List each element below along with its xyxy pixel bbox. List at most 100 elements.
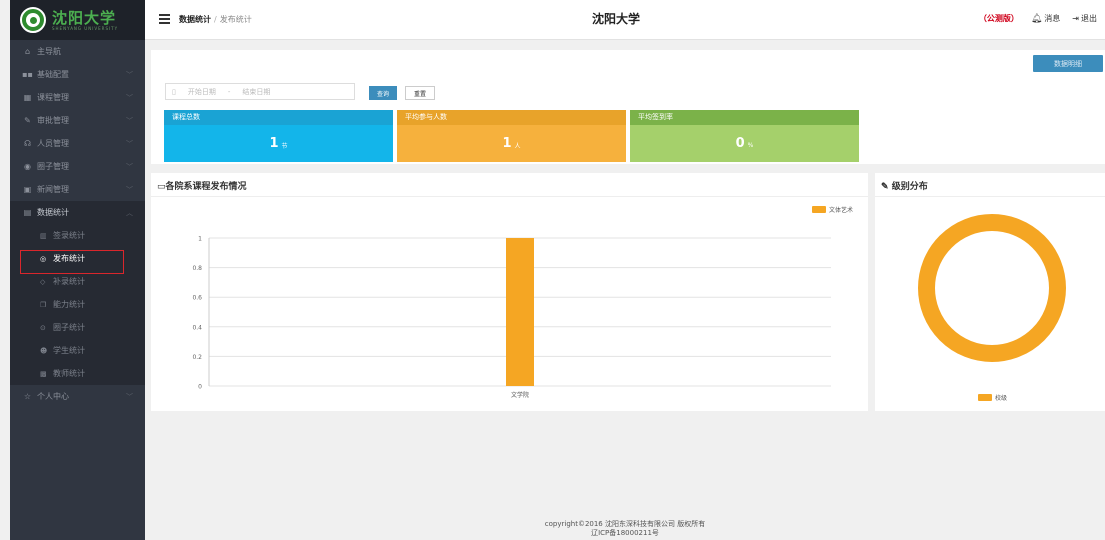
sidebar-item-label: 主导航	[37, 47, 61, 56]
stat-label: 课程总数	[164, 110, 393, 125]
stat-label: 平均签到率	[630, 110, 859, 125]
page-footer: copyright©2016 沈阳东深科技有限公司 版权所有 辽ICP备1800…	[145, 520, 1105, 538]
query-button[interactable]: 查询	[369, 86, 397, 100]
level-distribution-panel: ✎ 级别分布 校级	[875, 173, 1105, 411]
department-publish-chart-panel: ▭各院系课程发布情况 0 0.2 0.4 0.6 0.8 1 文学院 文体艺术	[151, 173, 868, 411]
y-tick-label: 0.2	[192, 354, 202, 361]
beta-badge: （公测版）	[978, 14, 1019, 23]
sidebar-subitem-label: 教师统计	[53, 369, 85, 378]
stat-unit: 节	[281, 143, 288, 150]
messages-label: 消息	[1044, 14, 1061, 23]
sidebar-item-label: 新闻管理	[37, 185, 69, 194]
chevron-down-icon: ﹀	[126, 93, 133, 102]
start-date-input[interactable]: 开始日期	[188, 87, 216, 97]
sidebar-subitem-teacher-stats[interactable]: ▩ 教师统计	[10, 362, 145, 385]
target-icon: ⊙	[40, 323, 46, 332]
main-content: 数据明细 ▯ 开始日期 - 结束日期 查询 重置 课程总数 1节 平均参与人数 …	[145, 40, 1105, 540]
sidebar-item-personnel-management[interactable]: ☊ 人员管理 ﹀	[10, 132, 145, 155]
chevron-down-icon: ﹀	[126, 116, 133, 125]
icp-text: 辽ICP备18000211号	[591, 529, 659, 537]
legend-label: 文体艺术	[829, 206, 853, 214]
sidebar-item-label: 圈子管理	[37, 162, 69, 171]
home-icon: ⌂	[24, 47, 31, 56]
logo-name: 沈阳大学	[52, 8, 117, 27]
reset-button[interactable]: 重置	[405, 86, 435, 100]
stat-unit: 人	[514, 143, 521, 150]
logout-link[interactable]: ⇥ 退出	[1072, 13, 1097, 24]
sidebar-subitem-label: 补录统计	[53, 277, 85, 286]
sidebar-item-personal-center[interactable]: ☆ 个人中心 ﹀	[10, 385, 145, 408]
x-tick-label: 文学院	[511, 391, 529, 399]
stat-value-row: 1节	[164, 125, 393, 162]
logout-icon: ⇥	[1072, 14, 1079, 23]
page-title: 沈阳大学	[592, 12, 641, 26]
donut-chart: 校级	[918, 214, 1066, 402]
stat-value-row: 0%	[630, 125, 859, 162]
chevron-down-icon: ﹀	[126, 185, 133, 194]
sidebar-item-label: 审批管理	[37, 116, 69, 125]
stat-value: 1	[269, 136, 279, 151]
bell-icon: 🔔︎	[1030, 13, 1043, 24]
data-detail-button[interactable]: 数据明细	[1033, 55, 1103, 72]
logo-subtitle: SHENYANG UNIVERSITY	[52, 25, 119, 31]
chevron-down-icon: ﹀	[126, 70, 133, 79]
sidebar-item-basic-config[interactable]: ▪▪ 基础配置 ﹀	[10, 63, 145, 86]
y-tick-label: 0.6	[192, 295, 202, 302]
stat-card-avg-signin-rate: 平均签到率 0%	[630, 110, 859, 162]
sidebar-item-home[interactable]: ⌂ 主导航	[10, 40, 145, 63]
sidebar-subitem-signin-stats[interactable]: ▥ 签录统计	[10, 224, 145, 247]
calendar-icon: ▯	[172, 87, 176, 96]
chevron-down-icon: ﹀	[126, 392, 133, 401]
legend-swatch	[978, 394, 992, 401]
calendar-icon: ▦	[23, 93, 32, 102]
end-date-input[interactable]: 结束日期	[242, 87, 270, 97]
sidebar-subitem-label: 学生统计	[53, 346, 85, 355]
chevron-down-icon: ﹀	[126, 162, 133, 171]
donut-slice	[918, 214, 1066, 362]
sidebar-item-course-management[interactable]: ▦ 课程管理 ﹀	[10, 86, 145, 109]
date-range-picker[interactable]: ▯ 开始日期 - 结束日期	[165, 83, 355, 100]
chevron-up-icon: ︿	[126, 208, 133, 217]
messages-link[interactable]: 🔔︎ 消息	[1031, 13, 1060, 24]
stat-unit: %	[747, 142, 754, 149]
bar	[506, 238, 534, 386]
star-icon: ☆	[23, 392, 32, 401]
stat-card-avg-participants: 平均参与人数 1人	[397, 110, 626, 162]
stat-value-row: 1人	[397, 125, 626, 162]
sidebar-item-label: 数据统计	[37, 208, 69, 217]
sidebar-subitem-circle-stats[interactable]: ⊙ 圈子统计	[10, 316, 145, 339]
grid-icon: ▪▪	[22, 70, 33, 79]
stat-card-course-total: 课程总数 1节	[164, 110, 393, 162]
document-icon: ▤	[23, 208, 32, 217]
statistics-submenu: ▥ 签录统计 ◎ 发布统计 ◇ 补录统计 ❐ 能力统计 ⊙ 圈子统计 ☻ 学生统…	[10, 224, 145, 385]
filter-panel: 数据明细 ▯ 开始日期 - 结束日期 查询 重置 课程总数 1节 平均参与人数 …	[151, 50, 1105, 164]
sidebar-item-statistics[interactable]: ▤ 数据统计 ︿	[10, 201, 145, 224]
legend-label: 校级	[995, 394, 1007, 402]
stat-label: 平均参与人数	[397, 110, 626, 125]
sidebar-subitem-ability-stats[interactable]: ❐ 能力统计	[10, 293, 145, 316]
breadcrumb-section[interactable]: 数据统计	[179, 15, 211, 24]
circle-icon: ◉	[24, 162, 31, 171]
y-tick-label: 0.8	[192, 265, 202, 272]
active-item-highlight	[20, 250, 124, 274]
sidebar: 沈阳大学 SHENYANG UNIVERSITY ⌂ 主导航 ▪▪ 基础配置 ﹀…	[10, 0, 145, 540]
sidebar-item-label: 人员管理	[37, 139, 69, 148]
headset-icon: ☊	[23, 139, 32, 148]
breadcrumb: 数据统计 / 发布统计	[179, 14, 252, 25]
university-seal-icon	[20, 7, 46, 33]
sidebar-subitem-label: 签录统计	[53, 231, 85, 240]
stat-value: 1	[502, 136, 512, 151]
sidebar-item-approval-management[interactable]: ✎ 审批管理 ﹀	[10, 109, 145, 132]
stat-value: 0	[735, 136, 745, 151]
edit-icon: ✎	[24, 116, 31, 125]
date-range-separator: -	[227, 87, 231, 96]
sidebar-item-circle-management[interactable]: ◉ 圈子管理 ﹀	[10, 155, 145, 178]
sidebar-subitem-student-stats[interactable]: ☻ 学生统计	[10, 339, 145, 362]
copyright-text: copyright©2016 沈阳东深科技有限公司 版权所有	[544, 520, 706, 528]
menu-toggle-icon[interactable]	[159, 14, 170, 24]
sidebar-item-news-management[interactable]: ▣ 新闻管理 ﹀	[10, 178, 145, 201]
logo[interactable]: 沈阳大学 SHENYANG UNIVERSITY	[10, 0, 145, 40]
sidebar-item-label: 基础配置	[37, 70, 69, 79]
sidebar-item-label: 个人中心	[37, 392, 69, 401]
id-card-icon: ▩	[40, 369, 47, 378]
